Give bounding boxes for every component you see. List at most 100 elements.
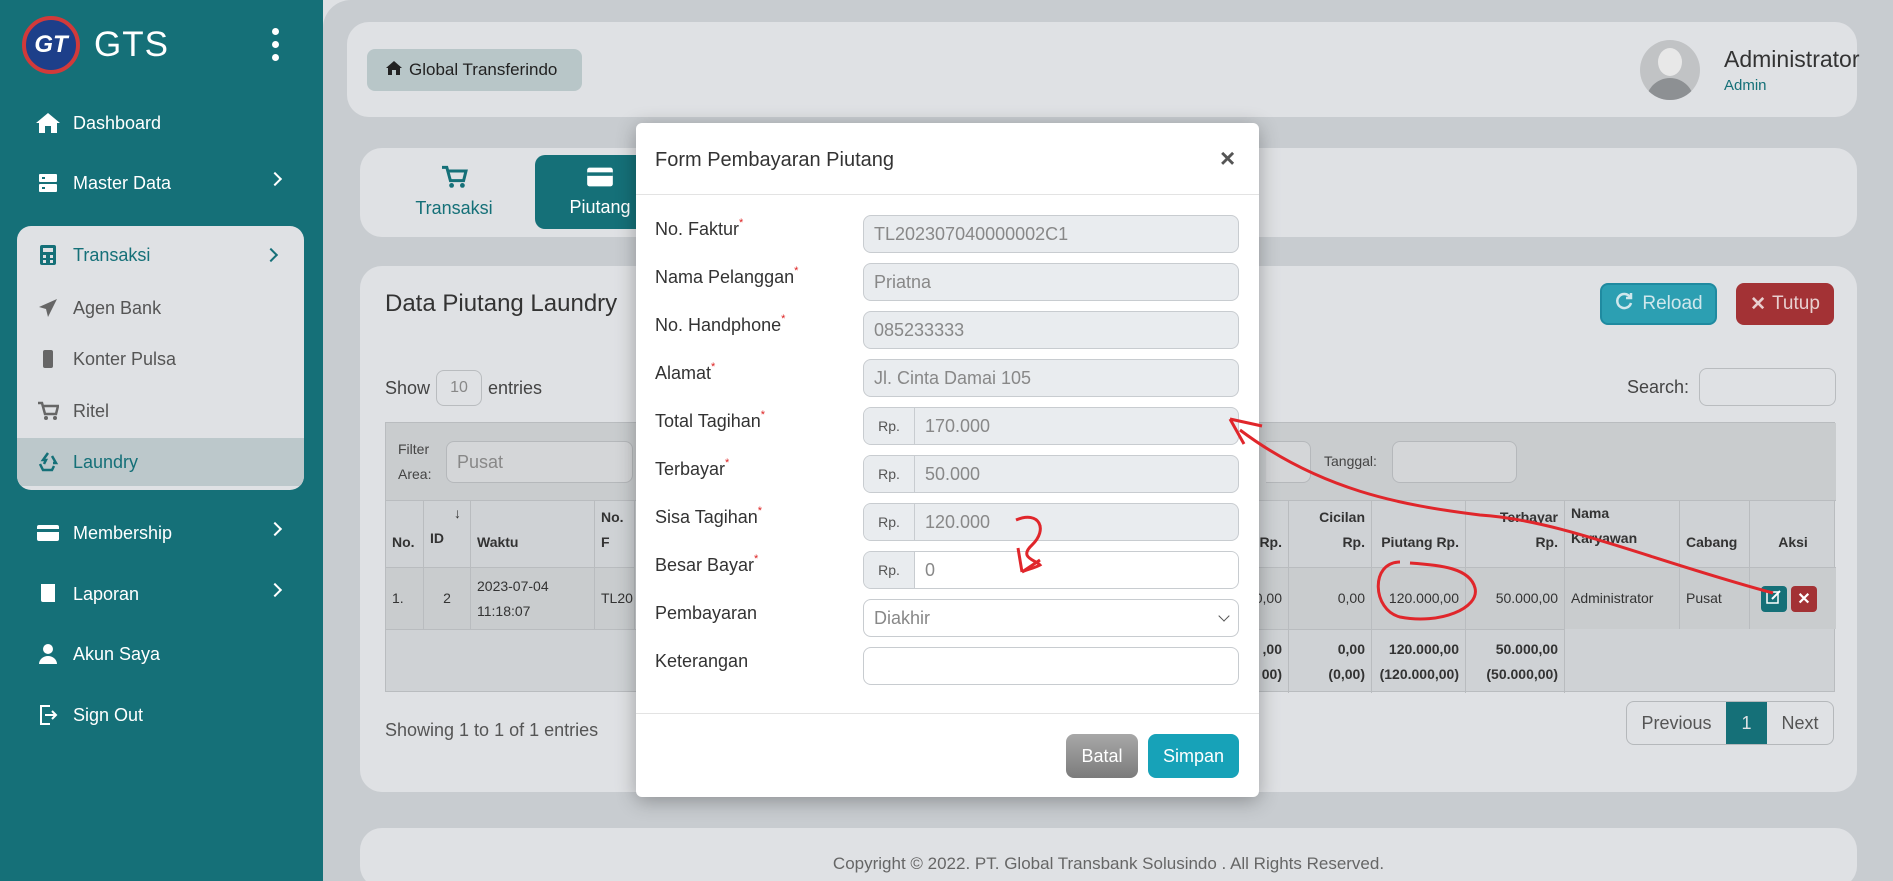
kebab-menu-icon[interactable] [272, 28, 280, 61]
reload-button[interactable]: Reload [1600, 283, 1717, 325]
batal-button[interactable]: Batal [1066, 734, 1138, 778]
td-piutang: 120.000,00 [1372, 567, 1466, 629]
alamat-field[interactable]: Jl. Cinta Damai 105 [863, 359, 1239, 397]
tf-piutang: 120.000,00 (120.000,00) [1372, 629, 1466, 693]
sidebar-item-transaksi[interactable]: Transaksi [17, 231, 304, 279]
refresh-icon [1614, 291, 1634, 317]
filter-area-select[interactable]: Pusat [446, 441, 633, 483]
keterangan-field[interactable] [863, 647, 1239, 685]
no-faktur-field[interactable]: TL202307040000002C1 [863, 215, 1239, 253]
td-terbayar: 50.000,00 [1466, 567, 1565, 629]
credit-card-icon [35, 524, 61, 542]
th-terbayar[interactable]: Terbayar Rp. [1466, 501, 1565, 567]
pager-previous[interactable]: Previous [1627, 702, 1726, 744]
sidebar-item-laporan[interactable]: Laporan [35, 574, 290, 614]
besar-bayar-field[interactable]: Rp. 0 [863, 551, 1239, 589]
chevron-right-icon [267, 521, 283, 537]
label-no-faktur: No. Faktur* [655, 217, 744, 239]
brand-name: GTS [94, 25, 169, 64]
sidebar-item-agen-bank[interactable]: Agen Bank [17, 284, 304, 332]
gts-logo: GT [22, 16, 80, 74]
chevron-right-icon [267, 171, 283, 187]
pager-next[interactable]: Next [1767, 702, 1833, 744]
filter-area-label: Filter Area: [398, 441, 432, 482]
tutup-button[interactable]: ✕ Tutup [1736, 283, 1834, 325]
calculator-icon [35, 244, 61, 266]
entries-select[interactable]: 10 [436, 370, 483, 406]
search-label: Search: [1627, 376, 1690, 397]
cart-icon [35, 401, 61, 421]
sidebar-item-label: Master Data [73, 172, 172, 193]
edit-button[interactable] [1761, 586, 1787, 612]
sidebar-item-laundry[interactable]: Laundry [17, 438, 304, 486]
chevron-right-icon [263, 247, 279, 263]
th-piutang[interactable]: Piutang Rp. [1372, 501, 1466, 567]
sidebar-item-label: Akun Saya [73, 643, 161, 664]
th-waktu[interactable]: Waktu [471, 501, 595, 567]
sidebar-item-akun-saya[interactable]: Akun Saya [35, 634, 290, 674]
sidebar-item-dashboard[interactable]: Dashboard [35, 103, 290, 143]
user-icon [35, 643, 61, 665]
sidebar-item-label: Laundry [73, 451, 139, 472]
payment-modal: Form Pembayaran Piutang × No. Faktur* TL… [636, 123, 1259, 797]
credit-card-icon [586, 166, 614, 193]
sidebar-item-konter-pulsa[interactable]: Konter Pulsa [17, 335, 304, 383]
sign-out-icon [35, 704, 61, 726]
show-label: Show [385, 377, 431, 398]
modal-close-button[interactable]: × [1220, 143, 1235, 174]
simpan-button[interactable]: Simpan [1148, 734, 1239, 778]
tab-transaksi[interactable]: Transaksi [390, 155, 518, 229]
sidebar: GT GTS Dashboard Master Data Transaksi A… [0, 0, 323, 881]
label-terbayar: Terbayar* [655, 457, 730, 479]
tanggal-input[interactable] [1392, 441, 1517, 483]
pager-page-1[interactable]: 1 [1726, 702, 1767, 744]
terbayar-field[interactable]: Rp. 50.000 [863, 455, 1239, 493]
tf-cicilan: 0,00 (0,00) [1289, 629, 1372, 693]
server-icon [35, 173, 61, 193]
th-rp[interactable]: Rp. [1259, 501, 1289, 567]
sidebar-item-membership[interactable]: Membership [35, 513, 290, 553]
label-nama-pelanggan: Nama Pelanggan* [655, 265, 799, 287]
close-icon: ✕ [1797, 591, 1811, 608]
user-menu[interactable]: Administrator Admin [1640, 40, 1859, 100]
th-no-faktur[interactable]: No. F [595, 501, 635, 567]
filter-select[interactable] [1266, 441, 1311, 483]
besar-bayar-value[interactable]: 0 [915, 552, 1238, 588]
pembayaran-select[interactable]: Diakhir [863, 599, 1239, 637]
total-tagihan-field[interactable]: Rp. 170.000 [863, 407, 1239, 445]
currency-prefix: Rp. [864, 408, 915, 444]
sidebar-item-master-data[interactable]: Master Data [35, 163, 290, 203]
table-search: Search: [1627, 368, 1837, 406]
user-name: Administrator [1724, 46, 1860, 72]
sidebar-item-ritel[interactable]: Ritel [17, 387, 304, 435]
home-button[interactable]: Global Transferindo [367, 49, 582, 91]
recycle-icon [35, 452, 61, 472]
label-pembayaran: Pembayaran [655, 603, 758, 623]
user-role: Admin [1724, 77, 1767, 94]
sidebar-item-label: Dashboard [73, 112, 162, 133]
search-input[interactable] [1699, 368, 1837, 406]
chevron-right-icon [267, 582, 283, 598]
th-id[interactable]: ↓ ID [424, 501, 471, 567]
delete-button[interactable]: ✕ [1791, 586, 1817, 612]
nama-pelanggan-field[interactable]: Priatna [863, 263, 1239, 301]
tanggal-label: Tanggal: [1324, 453, 1377, 469]
edit-icon [1766, 589, 1782, 610]
th-cicilan[interactable]: Cicilan Rp. [1289, 501, 1372, 567]
sidebar-item-sign-out[interactable]: Sign Out [35, 695, 290, 735]
sidebar-item-label: Konter Pulsa [73, 348, 177, 369]
cart-icon [440, 165, 468, 194]
th-nama-karyawan[interactable]: Nama Karyawan [1565, 501, 1680, 567]
currency-prefix: Rp. [864, 504, 915, 540]
no-handphone-field[interactable]: 085233333 [863, 311, 1239, 349]
brand[interactable]: GT GTS [22, 16, 169, 74]
th-cabang[interactable]: Cabang [1680, 501, 1750, 567]
sort-icon: ↓ [454, 505, 461, 521]
tf-terbayar: 50.000,00 (50.000,00) [1466, 629, 1565, 693]
sidebar-item-label: Laporan [73, 583, 140, 604]
terbayar-value: 50.000 [925, 463, 981, 484]
th-no[interactable]: No. [386, 501, 424, 567]
sisa-tagihan-field[interactable]: Rp. 120.000 [863, 503, 1239, 541]
reload-label: Reload [1642, 293, 1703, 314]
currency-prefix: Rp. [864, 552, 915, 588]
